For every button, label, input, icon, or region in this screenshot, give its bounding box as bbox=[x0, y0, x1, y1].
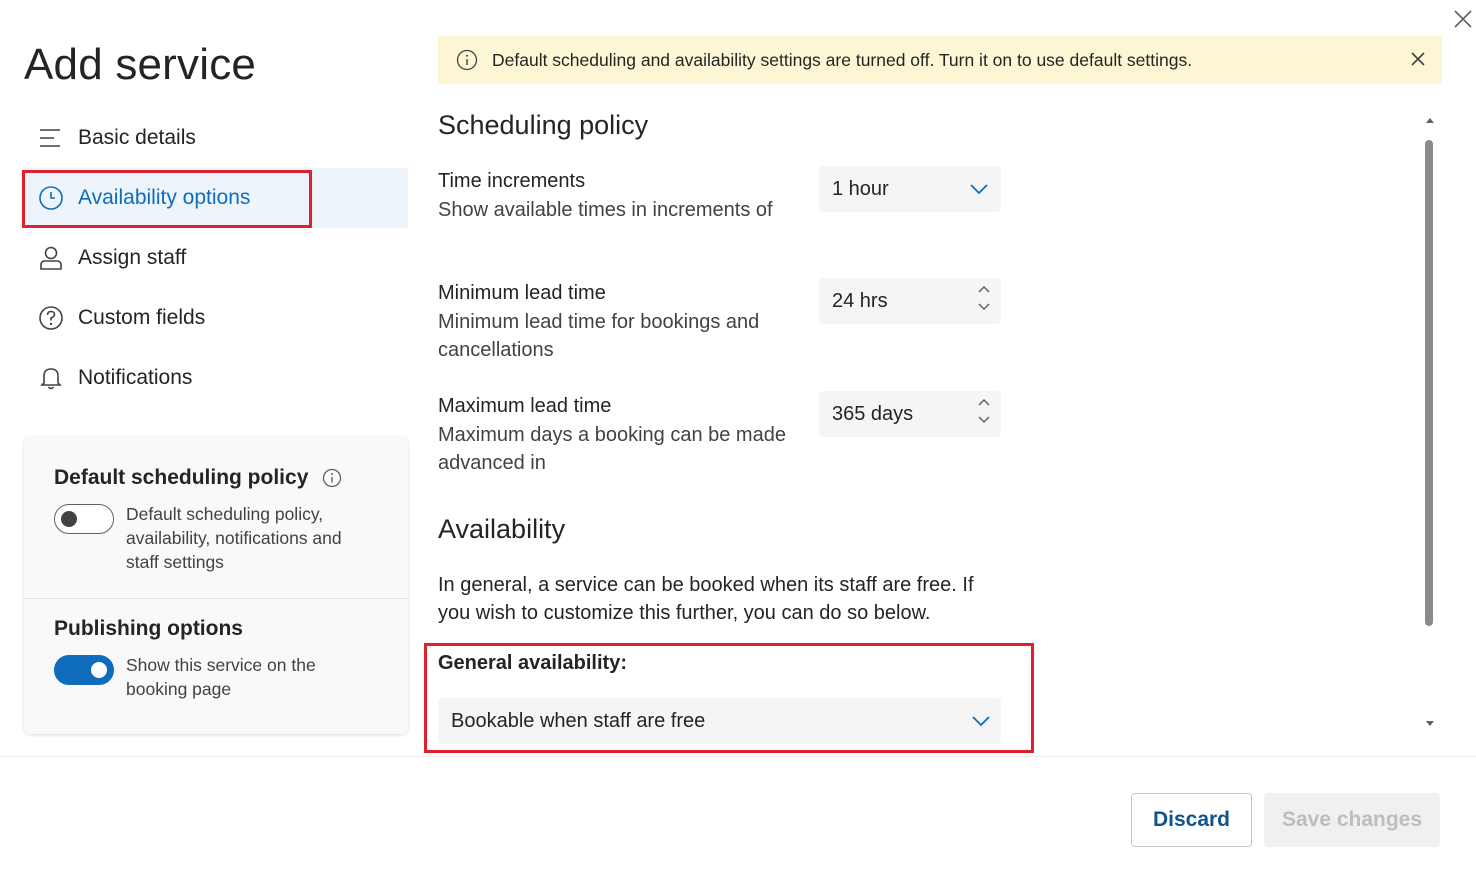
chevron-up-icon[interactable] bbox=[977, 397, 991, 407]
scroll-down-arrow[interactable] bbox=[1424, 720, 1436, 730]
toggle-knob bbox=[61, 511, 77, 527]
general-availability-dropdown[interactable]: Bookable when staff are free bbox=[438, 698, 1001, 744]
bell-icon bbox=[38, 365, 64, 391]
nav-item-assign-staff[interactable]: Assign staff bbox=[24, 228, 408, 288]
min-lead-label: Minimum lead time bbox=[438, 282, 606, 304]
nav-item-label: Basic details bbox=[78, 126, 196, 149]
save-changes-button[interactable]: Save changes bbox=[1264, 793, 1440, 847]
nav-item-label: Custom fields bbox=[78, 306, 206, 329]
publishing-toggle-text: Show this service on the booking page bbox=[126, 655, 316, 699]
default-policy-toggle-text: Default scheduling policy, availability,… bbox=[126, 504, 342, 572]
close-icon bbox=[1454, 10, 1472, 28]
nav-item-notifications[interactable]: Notifications bbox=[24, 348, 408, 408]
close-icon bbox=[1411, 52, 1425, 66]
discard-button[interactable]: Discard bbox=[1131, 793, 1252, 847]
default-policy-toggle[interactable] bbox=[54, 504, 114, 534]
scroll-content: Scheduling policy Time increments Show a… bbox=[438, 100, 1418, 756]
person-icon bbox=[38, 245, 64, 271]
time-increments-dropdown[interactable]: 1 hour bbox=[819, 166, 1001, 212]
max-lead-desc: Maximum days a booking can be made advan… bbox=[438, 424, 786, 474]
clock-icon bbox=[38, 185, 64, 211]
max-lead-label: Maximum lead time bbox=[438, 395, 612, 417]
default-policy-heading: Default scheduling policy bbox=[54, 466, 408, 490]
min-lead-desc: Minimum lead time for bookings and cance… bbox=[438, 311, 760, 361]
sidebar-nav: Basic details Availability options Assig… bbox=[24, 108, 408, 408]
min-lead-value: 24 hrs bbox=[832, 289, 888, 312]
scheduling-policy-title: Scheduling policy bbox=[438, 110, 649, 140]
list-icon bbox=[38, 125, 64, 151]
nav-item-label: Assign staff bbox=[78, 246, 187, 269]
nav-item-label: Notifications bbox=[78, 366, 193, 389]
max-lead-value: 365 days bbox=[832, 402, 914, 425]
question-icon bbox=[38, 305, 64, 331]
info-banner: Default scheduling and availability sett… bbox=[438, 36, 1442, 84]
footer-divider bbox=[0, 756, 1476, 757]
general-availability-label: General availability: bbox=[438, 652, 627, 674]
caret-up-icon bbox=[1426, 118, 1434, 123]
nav-item-custom-fields[interactable]: Custom fields bbox=[24, 288, 408, 348]
availability-title: Availability bbox=[438, 514, 566, 544]
settings-card: Default scheduling policy Default schedu… bbox=[24, 436, 408, 734]
default-policy-title: Default scheduling policy bbox=[54, 466, 309, 489]
chevron-up-icon[interactable] bbox=[977, 284, 991, 294]
toggle-knob bbox=[91, 662, 107, 678]
default-policy-section: Default scheduling policy Default schedu… bbox=[24, 466, 408, 598]
time-increments-label: Time increments bbox=[438, 170, 586, 192]
nav-item-label: Availability options bbox=[78, 186, 251, 209]
time-increments-desc: Show available times in increments of bbox=[438, 199, 773, 221]
banner-close-button[interactable] bbox=[1408, 49, 1428, 69]
close-window-button[interactable] bbox=[1452, 8, 1474, 30]
info-icon bbox=[456, 49, 478, 71]
chevron-down-icon bbox=[971, 711, 991, 731]
nav-item-basic-details[interactable]: Basic details bbox=[24, 108, 408, 168]
chevron-down-icon[interactable] bbox=[977, 302, 991, 312]
nav-item-availability-options[interactable]: Availability options bbox=[24, 168, 408, 228]
general-availability-value: Bookable when staff are free bbox=[451, 709, 706, 732]
chevron-down-icon bbox=[969, 179, 989, 199]
chevron-down-icon[interactable] bbox=[977, 415, 991, 425]
scrollbar-thumb[interactable] bbox=[1425, 140, 1433, 626]
banner-text: Default scheduling and availability sett… bbox=[492, 49, 1193, 70]
publishing-toggle[interactable] bbox=[54, 655, 114, 685]
max-lead-stepper[interactable]: 365 days bbox=[819, 391, 1001, 437]
availability-body: In general, a service can be booked when… bbox=[438, 574, 974, 624]
caret-down-icon bbox=[1426, 721, 1434, 726]
page-title: Add service bbox=[24, 40, 257, 89]
min-lead-stepper[interactable]: 24 hrs bbox=[819, 278, 1001, 324]
publishing-heading: Publishing options bbox=[54, 617, 243, 640]
info-icon[interactable] bbox=[322, 468, 342, 488]
time-increments-value: 1 hour bbox=[832, 177, 889, 200]
scroll-up-arrow[interactable] bbox=[1424, 116, 1436, 126]
publishing-section: Publishing options Show this service on … bbox=[24, 598, 408, 701]
